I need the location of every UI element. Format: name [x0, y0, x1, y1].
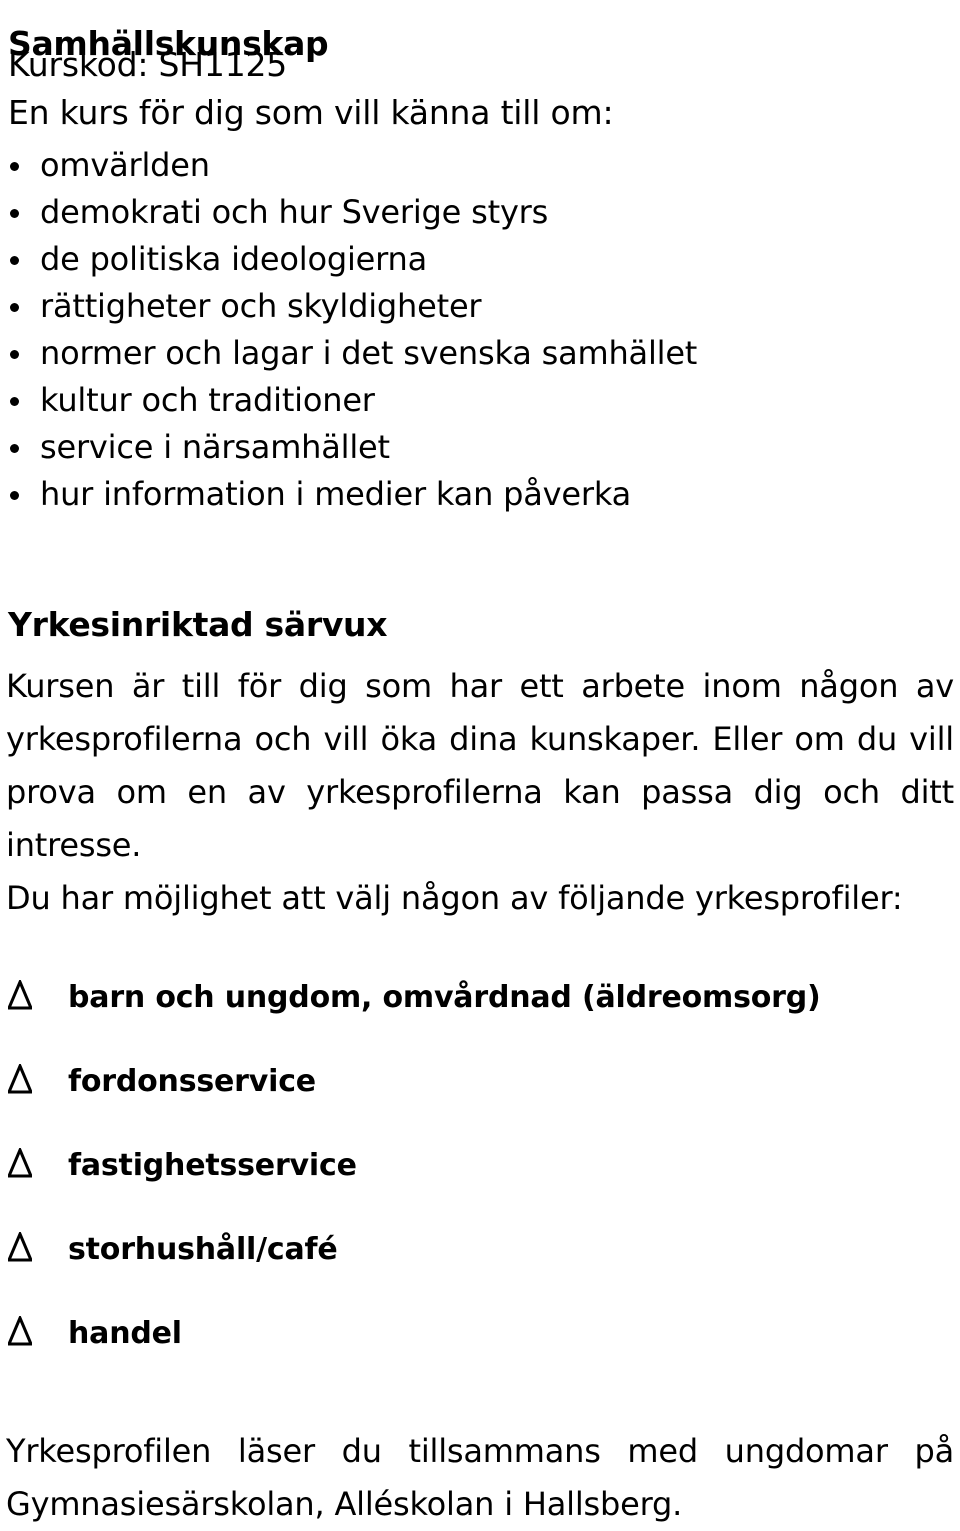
choice-lead-line: Du har möjlighet att välj någon av följa…	[6, 879, 903, 917]
triangle-icon	[8, 980, 32, 1010]
list-item-label: handel	[68, 1316, 182, 1351]
list-item: service i närsamhället	[0, 424, 960, 471]
topic-list: omvärlden demokrati och hur Sverige styr…	[0, 142, 960, 518]
document-page: Samhällskunskap Kurskod: SH1125 En kurs …	[0, 0, 960, 1523]
triangle-icon	[8, 1232, 32, 1262]
triangle-icon	[8, 1316, 32, 1346]
list-item-label: barn och ungdom, omvårdnad (äldreomsorg)	[68, 980, 821, 1015]
list-item: rättigheter och skyldigheter	[0, 283, 960, 330]
list-item-label: service i närsamhället	[40, 428, 390, 466]
list-item-label: de politiska ideologierna	[40, 240, 428, 278]
list-item: hur information i medier kan påverka	[0, 471, 960, 518]
section-heading: Yrkesinriktad särvux	[8, 605, 388, 645]
bullet-dot-icon	[10, 208, 19, 218]
list-item-label: omvärlden	[40, 146, 210, 184]
list-item: fordonsservice	[0, 1056, 960, 1140]
course-code-line: Kurskod: SH1125	[8, 45, 288, 84]
list-item: fastighetsservice	[0, 1140, 960, 1224]
list-item-label: rättigheter och skyldigheter	[40, 287, 482, 325]
list-item: kultur och traditioner	[0, 377, 960, 424]
bullet-dot-icon	[10, 396, 19, 406]
closing-paragraph: Yrkesprofilen läser du tillsammans med u…	[6, 1432, 954, 1523]
list-item-label: fastighetsservice	[68, 1148, 357, 1183]
list-item: storhushåll/café	[0, 1224, 960, 1308]
intro-line: En kurs för dig som vill känna till om:	[8, 93, 614, 132]
list-item: de politiska ideologierna	[0, 236, 960, 283]
bullet-dot-icon	[10, 161, 19, 171]
section-paragraph: Kursen är till för dig som har ett arbet…	[6, 667, 954, 864]
list-item-label: normer och lagar i det svenska samhället	[40, 334, 698, 372]
bullet-dot-icon	[10, 255, 19, 265]
list-item: omvärlden	[0, 142, 960, 189]
list-item: normer och lagar i det svenska samhället	[0, 330, 960, 377]
list-item-label: demokrati och hur Sverige styrs	[40, 193, 549, 231]
bullet-dot-icon	[10, 443, 19, 453]
triangle-icon	[8, 1064, 32, 1094]
list-item-label: hur information i medier kan påverka	[40, 475, 632, 513]
list-item-label: kultur och traditioner	[40, 381, 375, 419]
triangle-icon	[8, 1148, 32, 1178]
bullet-dot-icon	[10, 490, 19, 500]
bullet-dot-icon	[10, 349, 19, 359]
list-item-label: storhushåll/café	[68, 1232, 338, 1267]
list-item: handel	[0, 1308, 960, 1392]
list-item: barn och ungdom, omvårdnad (äldreomsorg)	[0, 972, 960, 1056]
list-item-label: fordonsservice	[68, 1064, 316, 1099]
bullet-dot-icon	[10, 302, 19, 312]
list-item: demokrati och hur Sverige styrs	[0, 189, 960, 236]
profile-list: barn och ungdom, omvårdnad (äldreomsorg)…	[0, 972, 960, 1392]
